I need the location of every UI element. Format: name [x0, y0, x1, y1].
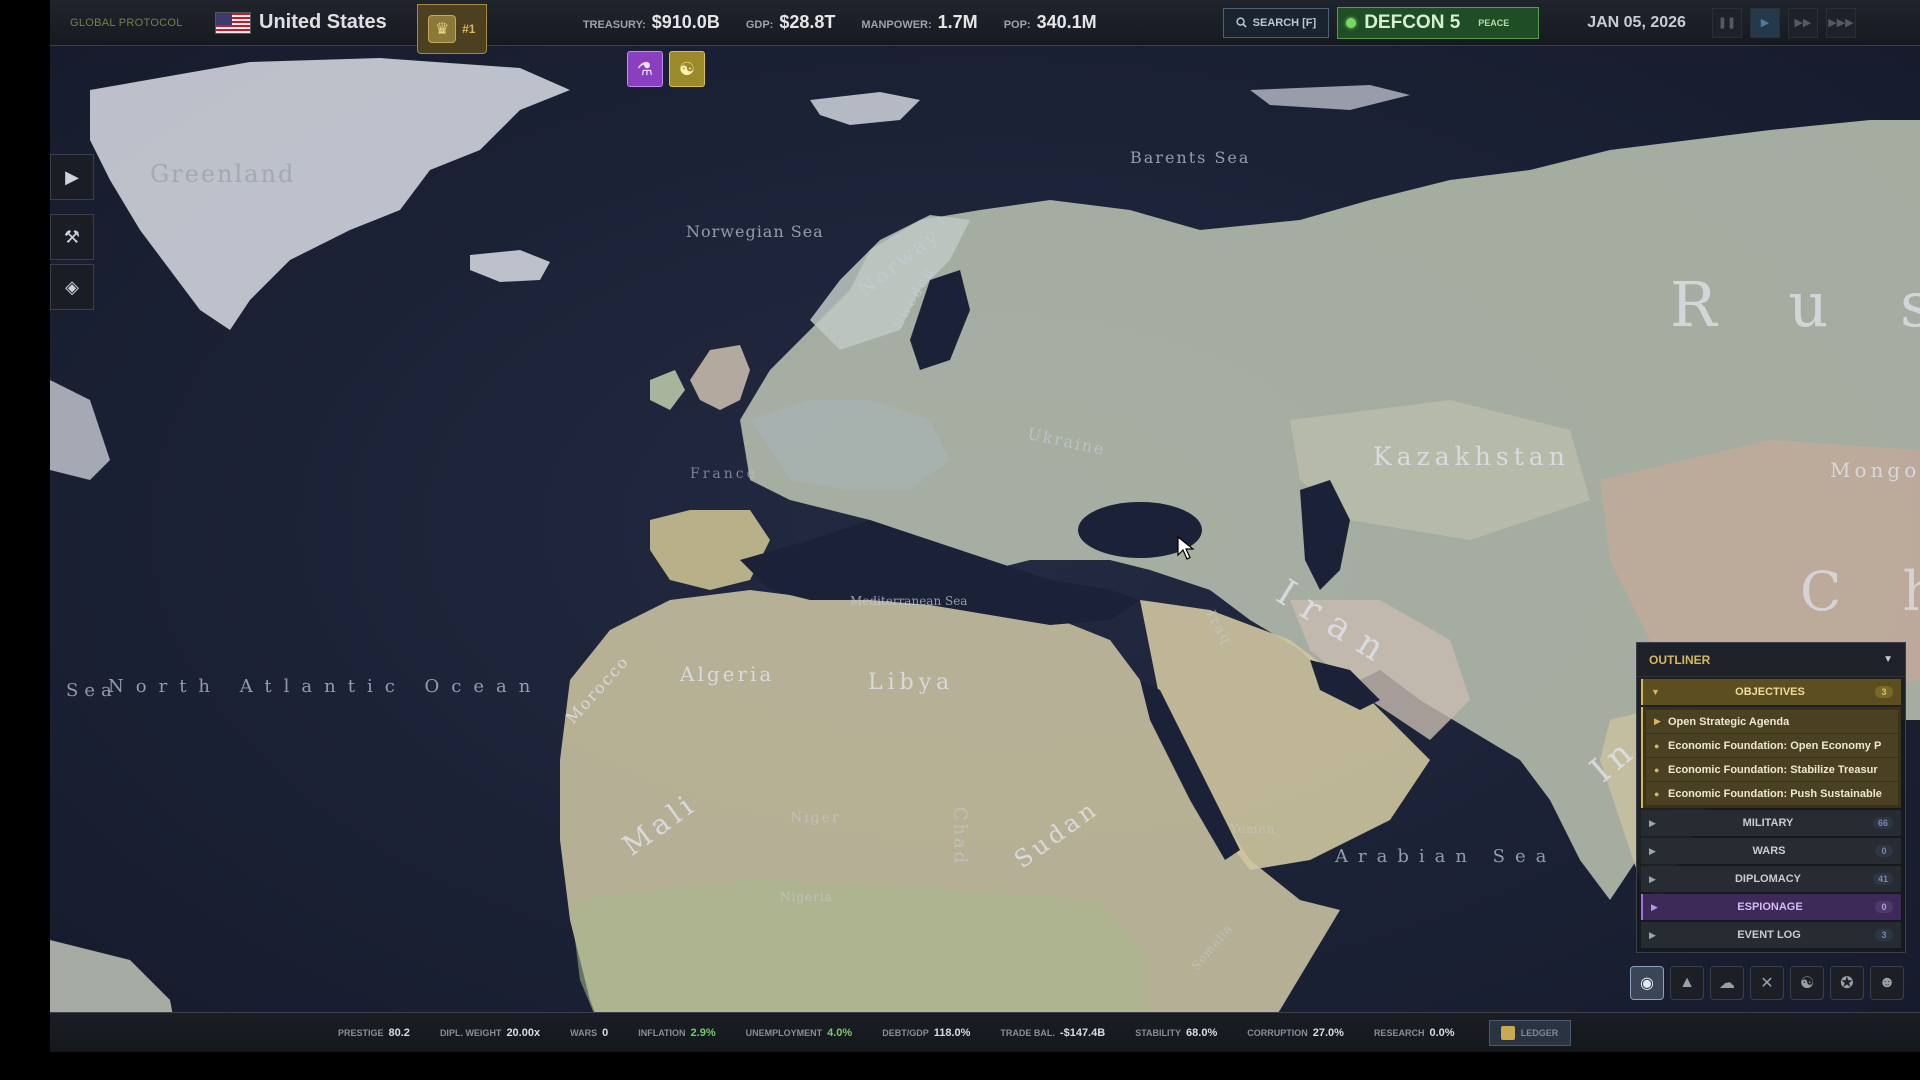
cloud-icon: ☁ [1719, 975, 1735, 992]
mode-military-button[interactable]: ✕ [1750, 966, 1784, 1000]
play-button[interactable]: ▶ [1749, 7, 1780, 38]
stat-population[interactable]: POP: 340.1M [1004, 12, 1097, 33]
stat-trade-balance[interactable]: TRADE BAL. -$147.4B [1000, 1027, 1105, 1039]
chevron-right-icon: ▶ [1649, 817, 1656, 828]
stat-unemployment[interactable]: UNEMPLOYMENT 4.0% [746, 1027, 853, 1039]
ledger-book-icon [1500, 1025, 1515, 1040]
mode-diplomacy-button[interactable]: ☯ [1790, 966, 1824, 1000]
eagle-icon: ♛ [428, 15, 457, 43]
peace-status: PEACE [1478, 17, 1510, 28]
bullet-icon: ● [1654, 764, 1660, 775]
mode-political-button[interactable]: ◉ [1630, 966, 1664, 1000]
list-item[interactable]: ▶ Open Strategic Agenda [1646, 710, 1898, 733]
list-item[interactable]: ● Economic Foundation: Push Sustainable [1646, 782, 1898, 805]
chevron-right-icon: ▶ [1649, 845, 1656, 856]
section-wars[interactable]: ▶ WARS 0 [1641, 838, 1901, 864]
fastest-button[interactable]: ▶▶▶ [1825, 7, 1856, 38]
defcon-level: DEFCON 5 [1364, 11, 1461, 33]
mountain-icon: ▲ [1679, 974, 1695, 991]
mode-resources-button[interactable]: ☁ [1710, 966, 1744, 1000]
section-espionage[interactable]: ▶ ESPIONAGE 0 [1641, 894, 1901, 920]
stat-gdp[interactable]: GDP: $28.8T [746, 12, 836, 33]
stat-research[interactable]: RESEARCH 0.0% [1374, 1027, 1455, 1039]
stat-manpower[interactable]: MANPOWER: 1.7M [861, 12, 977, 33]
bullet-icon: ● [1654, 788, 1660, 799]
pause-button[interactable]: ❚❚ [1711, 7, 1742, 38]
handshake-icon: ☯ [1799, 975, 1815, 992]
hammer-icon: ⚒ [63, 226, 81, 247]
globe-icon: ◈ [65, 276, 79, 297]
search-button[interactable]: SEARCH [F] [1222, 7, 1330, 38]
rank-button[interactable]: ♛ #1 [416, 4, 487, 54]
chevron-right-icon: ▶ [1651, 901, 1658, 912]
defcon-indicator[interactable]: DEFCON 5 PEACE [1337, 6, 1540, 39]
us-flag-icon[interactable] [215, 11, 251, 34]
expand-panel-button[interactable]: ▶ [50, 154, 94, 200]
collapse-icon[interactable]: ▼ [1883, 654, 1893, 665]
stat-inflation[interactable]: INFLATION 2.9% [638, 1027, 715, 1039]
stat-wars[interactable]: WARS 0 [570, 1027, 608, 1039]
globe-icon: ◉ [1640, 975, 1654, 992]
rank-number: #1 [462, 22, 476, 36]
mode-terrain-button[interactable]: ▲ [1670, 966, 1704, 1000]
speed-controls: ❚❚ ▶ ▶▶ ▶▶▶ [1711, 7, 1856, 38]
objectives-list: ▶ Open Strategic Agenda ● Economic Foundat… [1641, 707, 1901, 808]
stat-prestige[interactable]: PRESTIGE 80.2 [338, 1027, 410, 1039]
outliner-header[interactable]: OUTLINER ▼ [1637, 643, 1905, 677]
game-date: JAN 05, 2026 [1587, 13, 1686, 31]
magnifier-icon [1236, 17, 1247, 28]
mode-espionage-button[interactable]: ☻ [1870, 966, 1904, 1000]
ledger-button[interactable]: LEDGER [1488, 1019, 1571, 1046]
section-diplomacy[interactable]: ▶ DIPLOMACY 41 [1641, 866, 1901, 892]
section-event-log[interactable]: ▶ EVENT LOG 3 [1641, 922, 1901, 948]
pact-button[interactable]: ☯ [669, 51, 705, 87]
crossed-swords-icon: ✕ [1760, 975, 1774, 992]
defcon-status-dot [1346, 17, 1357, 28]
top-bar: GLOBAL PROTOCOL United States ♛ #1 TREAS… [50, 0, 1920, 54]
stat-debt-gdp[interactable]: DEBT/GDP 118.0% [882, 1027, 970, 1039]
mode-alliances-button[interactable]: ✪ [1830, 966, 1864, 1000]
stat-treasury[interactable]: TREASURY: $910.0B [583, 12, 720, 33]
bullet-icon: ● [1654, 740, 1660, 751]
mouse-cursor-icon [1177, 535, 1195, 560]
stat-corruption[interactable]: CORRUPTION 27.0% [1247, 1027, 1344, 1039]
star-badge-icon: ✪ [1840, 975, 1854, 992]
fast-forward-button[interactable]: ▶▶ [1787, 7, 1818, 38]
chevron-down-icon: ▼ [1651, 687, 1660, 697]
spy-icon: ☻ [1878, 974, 1896, 991]
bottom-stats-bar: PRESTIGE 80.2 DIPL. WEIGHT 20.00x WARS 0 IN… [50, 1012, 1920, 1052]
play-arrow-icon: ▶ [1654, 716, 1661, 726]
research-button[interactable]: ⚗ [627, 51, 663, 87]
search-label: SEARCH [F] [1252, 16, 1317, 29]
build-button[interactable]: ⚒ [50, 214, 94, 260]
outliner-panel: OUTLINER ▼ ▼ OBJECTIVES 3 ▶ Open Strategi… [1636, 642, 1906, 953]
play-arrow-icon: ▶ [65, 166, 79, 187]
global-protocol-label: GLOBAL PROTOCOL [70, 16, 183, 29]
country-name[interactable]: United States [259, 11, 387, 34]
map-mode-bar: ◉ ▲ ☁ ✕ ☯ ✪ ☻ [1630, 966, 1904, 1000]
outliner-title: OUTLINER [1649, 652, 1711, 667]
globe-button[interactable]: ◈ [50, 264, 94, 310]
list-item[interactable]: ● Economic Foundation: Stabilize Treasur [1646, 758, 1898, 781]
chevron-right-icon: ▶ [1649, 873, 1656, 884]
chevron-right-icon: ▶ [1649, 929, 1656, 940]
flask-icon: ⚗ [636, 58, 654, 79]
stat-stability[interactable]: STABILITY 68.0% [1135, 1027, 1217, 1039]
list-item[interactable]: ● Economic Foundation: Open Economy P [1646, 734, 1898, 757]
handshake-icon: ☯ [678, 58, 696, 79]
top-stats: TREASURY: $910.0B GDP: $28.8T MANPOWER: 1.7… [583, 12, 1097, 33]
section-objectives[interactable]: ▼ OBJECTIVES 3 [1641, 679, 1901, 705]
stat-diplomatic-weight[interactable]: DIPL. WEIGHT 20.00x [440, 1027, 540, 1039]
section-military[interactable]: ▶ MILITARY 66 [1641, 810, 1901, 836]
